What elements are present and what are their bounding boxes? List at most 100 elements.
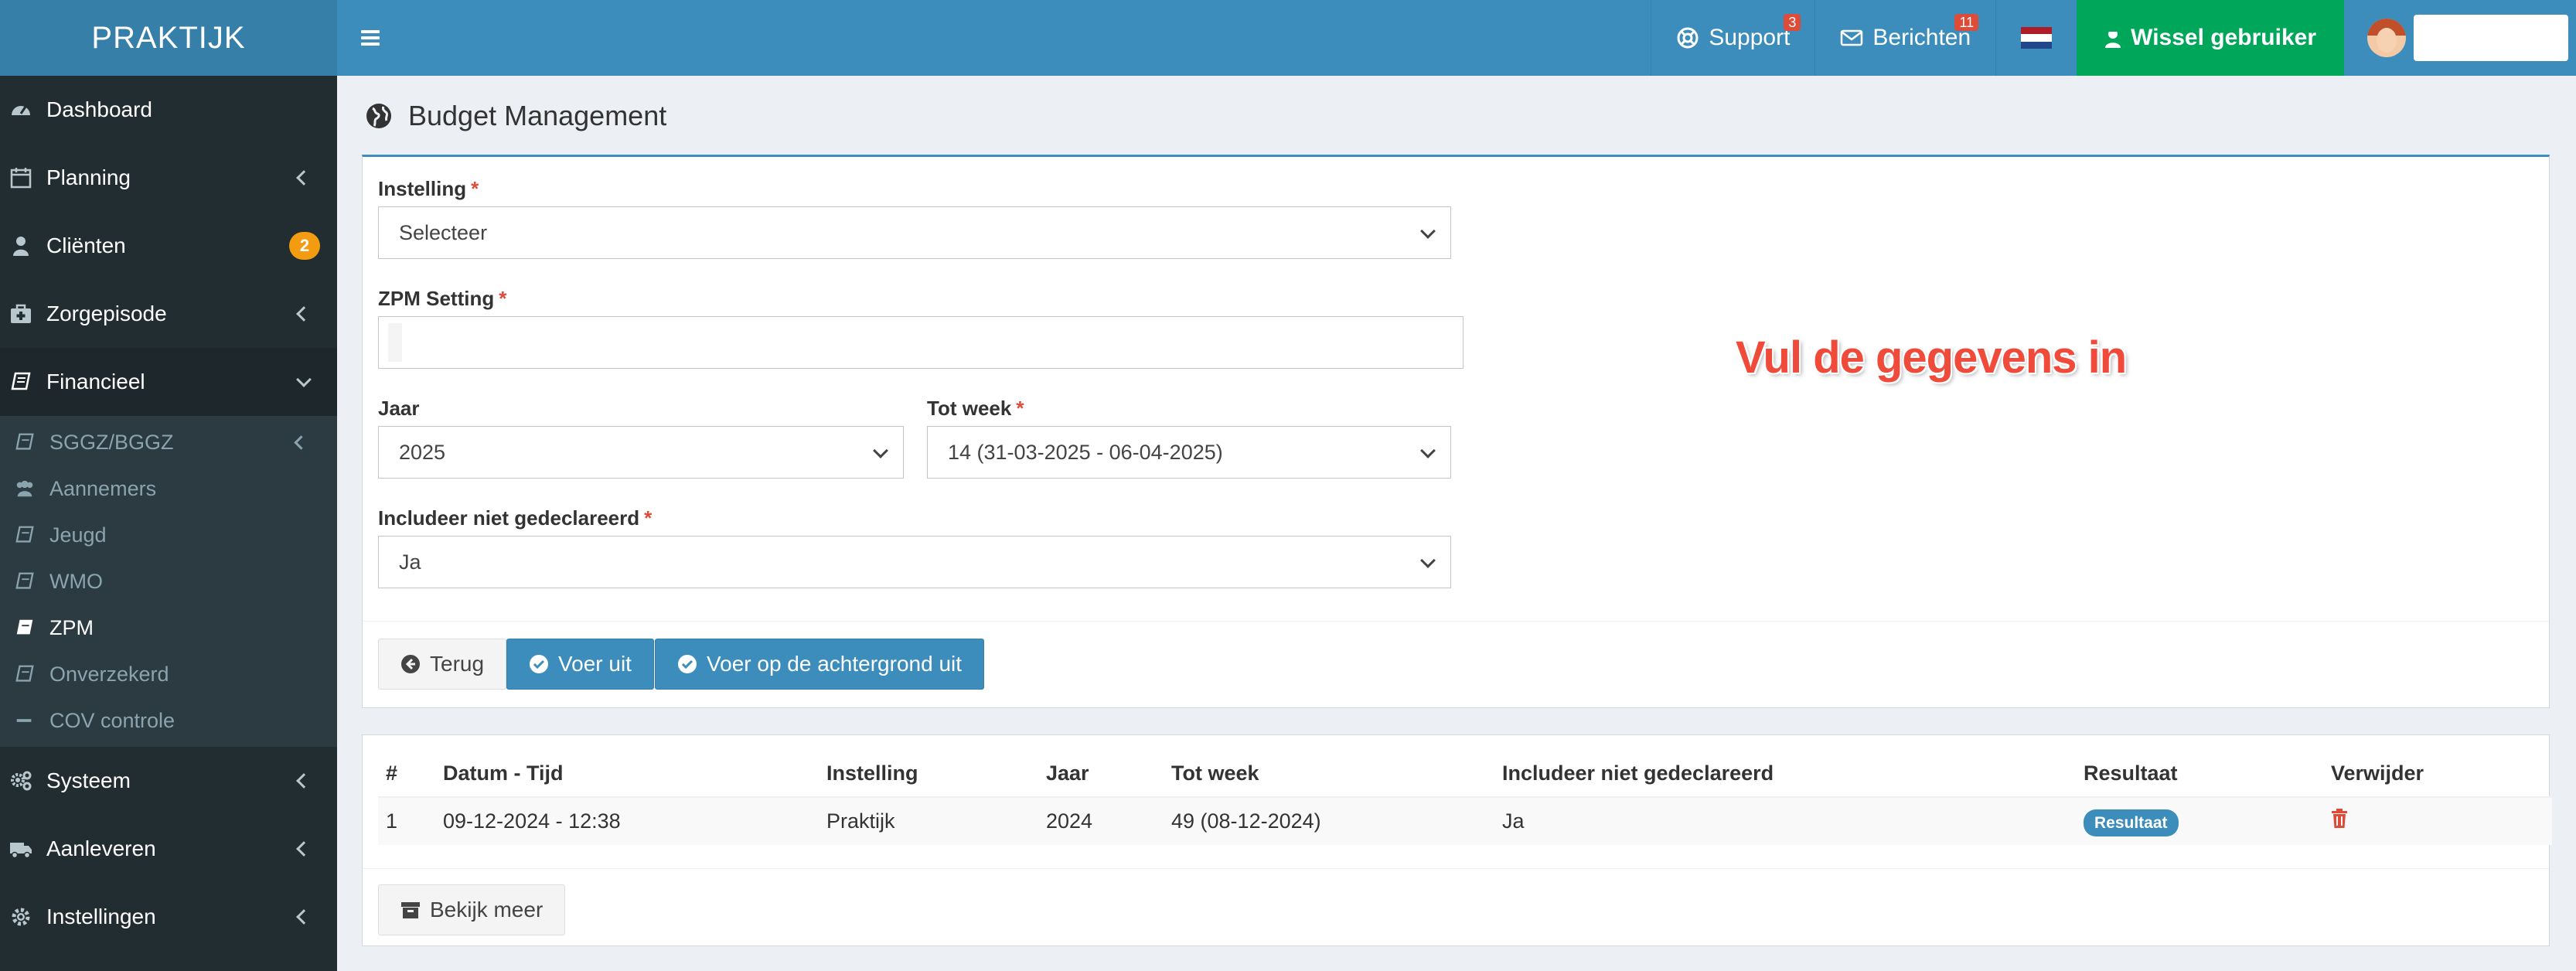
sidebar-item-zorgepisode[interactable]: Zorgepisode xyxy=(0,280,337,348)
result-badge[interactable]: Resultaat xyxy=(2084,809,2179,836)
cell-number: 1 xyxy=(378,796,435,845)
instelling-select-value: Selecteer xyxy=(399,220,488,244)
includeer-select[interactable]: Ja xyxy=(378,536,1451,588)
sidebar-toggle-button[interactable] xyxy=(337,0,404,76)
app-logo[interactable]: PRAKTIJK xyxy=(0,0,337,76)
submenu-item-aannemers[interactable]: Aannemers xyxy=(0,465,337,512)
history-table-box: # Datum - Tijd Instelling Jaar Tot week … xyxy=(362,734,2552,946)
column-header: Jaar xyxy=(1038,751,1164,798)
sidebar-item-label: Zorgepisode xyxy=(46,302,167,325)
submenu-item-zpm[interactable]: ZPM xyxy=(0,605,337,651)
main-content: Budget Management Instelling * Selecteer … xyxy=(337,76,2576,971)
dutch-flag-icon xyxy=(2021,27,2053,49)
clienten-count-badge: 2 xyxy=(289,232,320,260)
jaar-label: Jaar xyxy=(378,397,420,420)
support-count-badge: 3 xyxy=(1784,14,1801,31)
history-table: # Datum - Tijd Instelling Jaar Tot week … xyxy=(378,751,2552,845)
submenu-item-label: COV controle xyxy=(49,708,175,732)
user-menu[interactable] xyxy=(2344,0,2576,76)
back-button[interactable]: Terug xyxy=(378,639,507,690)
includeer-label: Includeer niet gedeclareerd * xyxy=(378,506,653,530)
tot-week-select[interactable]: 14 (31-03-2025 - 06-04-2025) xyxy=(927,426,1451,479)
user-icon xyxy=(13,237,29,256)
column-header: Tot week xyxy=(1164,751,1494,798)
check-circle-icon xyxy=(678,655,697,673)
chevron-left-icon xyxy=(294,434,308,450)
column-header: Verwijder xyxy=(2323,751,2552,798)
run-button[interactable]: Voer uit xyxy=(506,639,654,690)
zpm-setting-input[interactable] xyxy=(378,316,1463,369)
book-icon xyxy=(15,433,34,450)
cell-tot-week: 49 (08-12-2024) xyxy=(1164,796,1494,845)
language-selector[interactable] xyxy=(1995,0,2077,76)
sidebar-item-planning[interactable]: Planning xyxy=(0,144,337,212)
sidebar-item-instellingen[interactable]: Instellingen xyxy=(0,883,337,951)
messages-menu[interactable]: Berichten 11 xyxy=(1814,0,1995,76)
cell-delete xyxy=(2323,796,2552,845)
sidebar-item-label: Dashboard xyxy=(46,97,152,121)
cell-instelling: Praktijk xyxy=(819,796,1038,845)
sidebar-item-label: Aanleveren xyxy=(46,836,156,860)
submenu-item-jeugd[interactable]: Jeugd xyxy=(0,512,337,558)
run-button-label: Voer uit xyxy=(558,652,632,676)
column-header: Includeer niet gedeclareerd xyxy=(1494,751,2076,798)
instelling-label: Instelling * xyxy=(378,177,479,200)
chevron-down-icon xyxy=(296,372,312,387)
dashboard-icon xyxy=(12,106,30,115)
submenu-item-onverzekerd[interactable]: Onverzekerd xyxy=(0,651,337,697)
sidebar-item-clienten[interactable]: Cliënten 2 xyxy=(0,212,337,280)
zpm-setting-label: ZPM Setting * xyxy=(378,287,507,310)
run-background-button[interactable]: Voer op de achtergrond uit xyxy=(655,639,985,690)
globe-icon xyxy=(366,104,391,128)
book-icon xyxy=(11,372,31,390)
sidebar-item-systeem[interactable]: Systeem xyxy=(0,747,337,815)
submenu-item-label: Jeugd xyxy=(49,523,107,547)
view-more-button[interactable]: Bekijk meer xyxy=(378,884,566,935)
sidebar-item-financieel[interactable]: Financieel xyxy=(0,348,337,416)
submenu-item-label: ZPM xyxy=(49,615,94,639)
submenu-item-cov-controle[interactable]: COV controle xyxy=(0,697,337,744)
switch-user-label: Wissel gebruiker xyxy=(2131,25,2316,50)
chevron-down-icon xyxy=(1420,553,1436,568)
table-footer: Bekijk meer xyxy=(363,868,2549,945)
navbar-right: Support 3 Berichten 11 Wissel gebruiker xyxy=(1651,0,2576,76)
submenu-item-sggz-bggz[interactable]: SGGZ/BGGZ xyxy=(0,419,337,465)
sidebar-item-label: Instellingen xyxy=(46,905,156,928)
book-icon xyxy=(16,619,33,635)
sidebar-item-label: Financieel xyxy=(46,370,145,394)
sidebar-item-label: Cliënten xyxy=(46,233,126,257)
gear-icon xyxy=(12,908,30,926)
run-background-button-label: Voer op de achtergrond uit xyxy=(707,652,963,676)
submenu-item-wmo[interactable]: WMO xyxy=(0,558,337,605)
submenu-item-label: Onverzekerd xyxy=(49,662,169,686)
trash-icon[interactable] xyxy=(2331,809,2348,829)
chevron-left-icon xyxy=(296,909,312,925)
truck-icon xyxy=(10,843,32,859)
submenu-item-label: WMO xyxy=(49,569,103,593)
sidebar-item-dashboard[interactable]: Dashboard xyxy=(0,76,337,144)
column-header: # xyxy=(378,751,435,798)
instelling-select[interactable]: Selecteer xyxy=(378,206,1451,259)
user-name-redacted xyxy=(2414,15,2568,61)
page-title: Budget Management xyxy=(408,100,667,131)
chevron-left-icon xyxy=(296,841,312,857)
users-icon xyxy=(16,480,33,497)
jaar-select[interactable]: 2025 xyxy=(378,426,904,479)
instruction-annotation: Vul de gegevens in xyxy=(1736,332,2127,383)
book-icon xyxy=(15,526,34,543)
book-icon xyxy=(15,665,34,682)
sidebar-item-aanleveren[interactable]: Aanleveren xyxy=(0,815,337,883)
form-footer: Terug Voer uit Voer op de achtergrond ui… xyxy=(363,621,2549,707)
tot-week-label: Tot week * xyxy=(927,397,1024,420)
column-header: Resultaat xyxy=(2076,751,2323,798)
book-icon xyxy=(15,572,34,589)
submenu-item-label: SGGZ/BGGZ xyxy=(49,430,174,454)
switch-user-button[interactable]: Wissel gebruiker xyxy=(2077,0,2344,76)
calendar-icon xyxy=(10,168,32,189)
cogs-icon xyxy=(11,771,32,791)
chevron-down-icon xyxy=(1420,443,1436,458)
cell-includeer: Ja xyxy=(1494,796,2076,845)
cell-resultaat: Resultaat xyxy=(2076,796,2323,845)
support-menu[interactable]: Support 3 xyxy=(1651,0,1814,76)
cell-datetime: 09-12-2024 - 12:38 xyxy=(435,796,819,845)
